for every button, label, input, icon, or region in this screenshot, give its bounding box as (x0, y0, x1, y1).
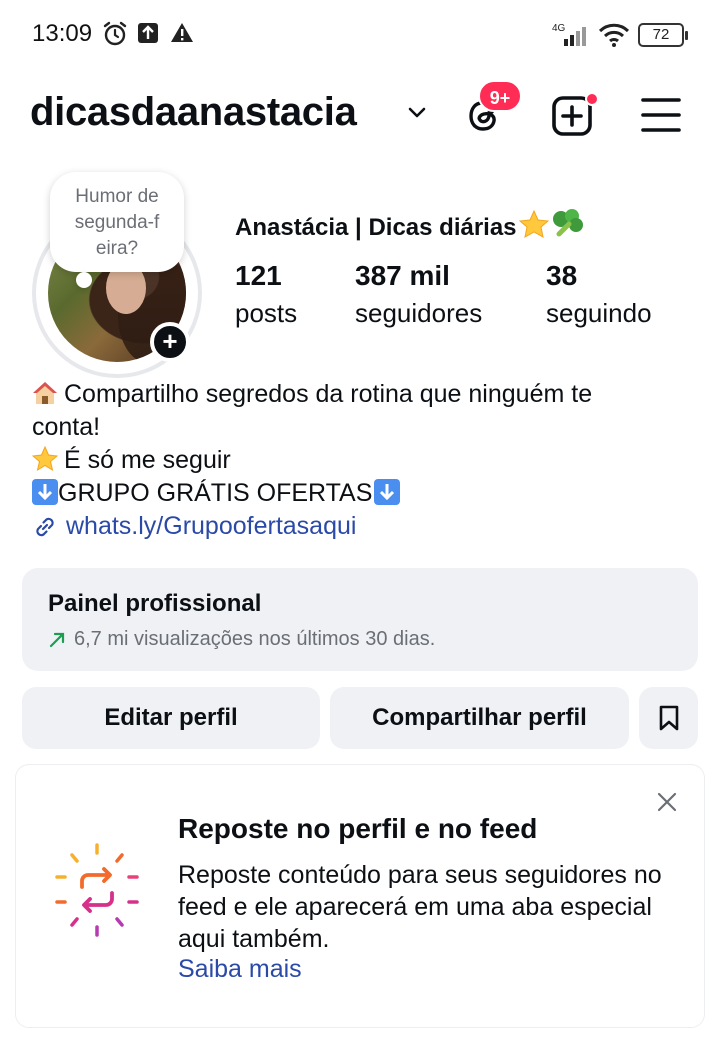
warning-icon (171, 23, 193, 42)
note-line: Humor de (75, 186, 159, 207)
bookmark-icon (659, 705, 678, 731)
link-icon (36, 517, 54, 536)
down-arrow-emoji-icon (374, 479, 401, 505)
stat-value: 387 mil (355, 260, 450, 291)
status-time: 13:09 (32, 20, 93, 47)
profile-header: dicasdaanastacia 9+ (30, 80, 684, 146)
learn-more-link[interactable]: Saiba mais (178, 955, 302, 984)
bio-text: É só me seguir (64, 446, 231, 474)
status-indicators: 4G 72 (552, 20, 688, 50)
stat-label: seguindo (546, 298, 652, 328)
panel-subtitle-text: 6,7 mi visualizações nos últimos 30 dias… (74, 628, 436, 650)
close-icon[interactable] (656, 791, 678, 813)
bio-link[interactable]: whats.ly/Grupoofertasaqui (32, 510, 692, 543)
stat-value: 38 (546, 260, 578, 291)
edit-profile-button[interactable]: Editar perfil (22, 687, 320, 749)
menu-icon[interactable] (640, 96, 682, 134)
cellular-signal-icon: 4G (552, 23, 586, 46)
bio-line: GRUPO GRÁTIS OFERTAS (32, 477, 692, 510)
username-switcher[interactable]: dicasdaanastacia (30, 90, 357, 135)
saved-collections-button[interactable] (639, 687, 698, 749)
card-title: Reposte no perfil e no feed (178, 813, 538, 844)
profile-note-bubble[interactable]: Humor de segunda-f eira? (50, 172, 184, 272)
bio-text: GRUPO GRÁTIS OFERTAS (58, 479, 373, 507)
network-type: 4G (552, 23, 566, 34)
profile-full-name: Anastácia | Dicas diárias (235, 208, 585, 242)
star-emoji-icon (32, 446, 58, 472)
bio-text: Compartilho segredos da rotina que ningu… (64, 380, 593, 408)
upload-icon (138, 23, 158, 43)
bio-line: Compartilho segredos da rotina que ningu… (32, 378, 692, 411)
stat-posts[interactable]: 121 posts (235, 258, 297, 332)
stat-label: posts (235, 298, 298, 328)
panel-subtitle: 6,7 mi visualizações nos últimos 30 dias… (48, 628, 435, 651)
status-bar: 13:09 4G 72 (0, 0, 714, 70)
card-body: Reposte conteúdo para seus seguidores no… (178, 861, 662, 953)
note-line: segunda-f (74, 212, 160, 233)
star-emoji-icon (518, 210, 549, 238)
broccoli-emoji-icon (552, 209, 583, 237)
wifi-icon (598, 23, 630, 47)
trend-up-arrow-icon (49, 632, 65, 647)
alarm-icon (103, 21, 127, 46)
professional-dashboard-panel[interactable]: Painel profissional 6,7 mi visualizações… (22, 568, 698, 671)
bio-link-text[interactable]: whats.ly/Grupoofertasaqui (66, 510, 356, 543)
stat-label: seguidores (355, 298, 483, 328)
stat-following[interactable]: 38 seguindo (546, 258, 652, 332)
stat-followers[interactable]: 387 mil seguidores (355, 258, 482, 332)
stat-value: 121 (235, 260, 282, 291)
repost-icon (55, 843, 139, 937)
down-arrow-emoji-icon (32, 479, 58, 505)
new-activity-dot (585, 92, 599, 106)
repost-info-card: Reposte no perfil e no feed Reposte cont… (15, 764, 705, 1028)
note-line: eira? (95, 238, 139, 259)
full-name-text: Anastácia | Dicas diárias (235, 214, 517, 241)
bio-line: conta! (32, 413, 101, 441)
house-emoji-icon (33, 382, 57, 404)
add-story-button[interactable]: + (150, 322, 190, 362)
panel-title: Painel profissional (48, 590, 262, 617)
bio-line: É só me seguir (32, 444, 692, 477)
chevron-down-icon[interactable] (408, 106, 426, 120)
battery-indicator: 72 (638, 23, 688, 47)
share-profile-button[interactable]: Compartilhar perfil (330, 687, 629, 749)
profile-bio: Compartilho segredos da rotina que ningu… (32, 378, 692, 543)
notification-badge: 9+ (478, 80, 522, 112)
note-bubble-tail (76, 272, 92, 288)
